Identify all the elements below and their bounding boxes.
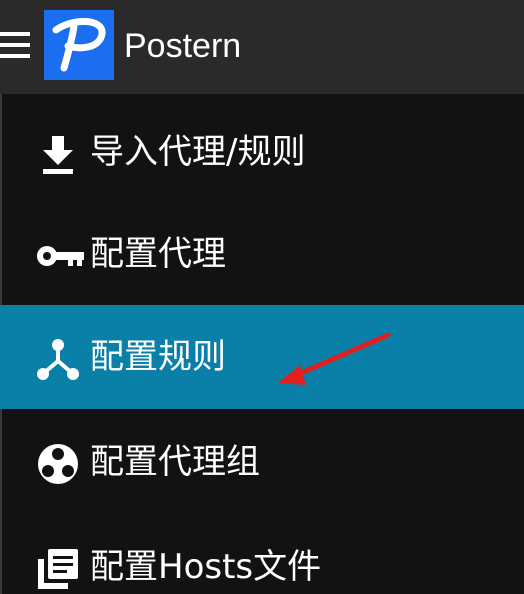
menu-item-label: 配置代理 [90,234,226,274]
download-icon [36,132,80,176]
menu-item-label: 导入代理/规则 [90,132,306,172]
hosts-file-icon [36,547,80,591]
app-title: Postern [124,27,242,65]
menu-item-label: 配置Hosts文件 [90,547,322,587]
menu-item-configure-proxy-group[interactable]: 配置代理组 [0,410,524,514]
menu-item-configure-hosts[interactable]: 配置Hosts文件 [0,515,524,594]
rules-tree-icon [36,337,80,381]
menu-item-label: 配置代理组 [90,442,260,482]
app-bar: Postern [0,0,524,94]
menu-item-label: 配置规则 [90,337,226,377]
hamburger-menu-icon[interactable] [0,30,30,62]
menu-item-configure-proxy[interactable]: 配置代理 [0,202,524,306]
menu-item-configure-rules[interactable]: 配置规则 [0,305,524,409]
key-icon [36,234,84,278]
logo-p-glyph [52,17,106,72]
menu-item-import[interactable]: 导入代理/规则 [0,100,524,204]
postern-logo [44,10,114,80]
proxy-group-icon [36,442,80,486]
annotation-arrow-icon [278,332,391,385]
